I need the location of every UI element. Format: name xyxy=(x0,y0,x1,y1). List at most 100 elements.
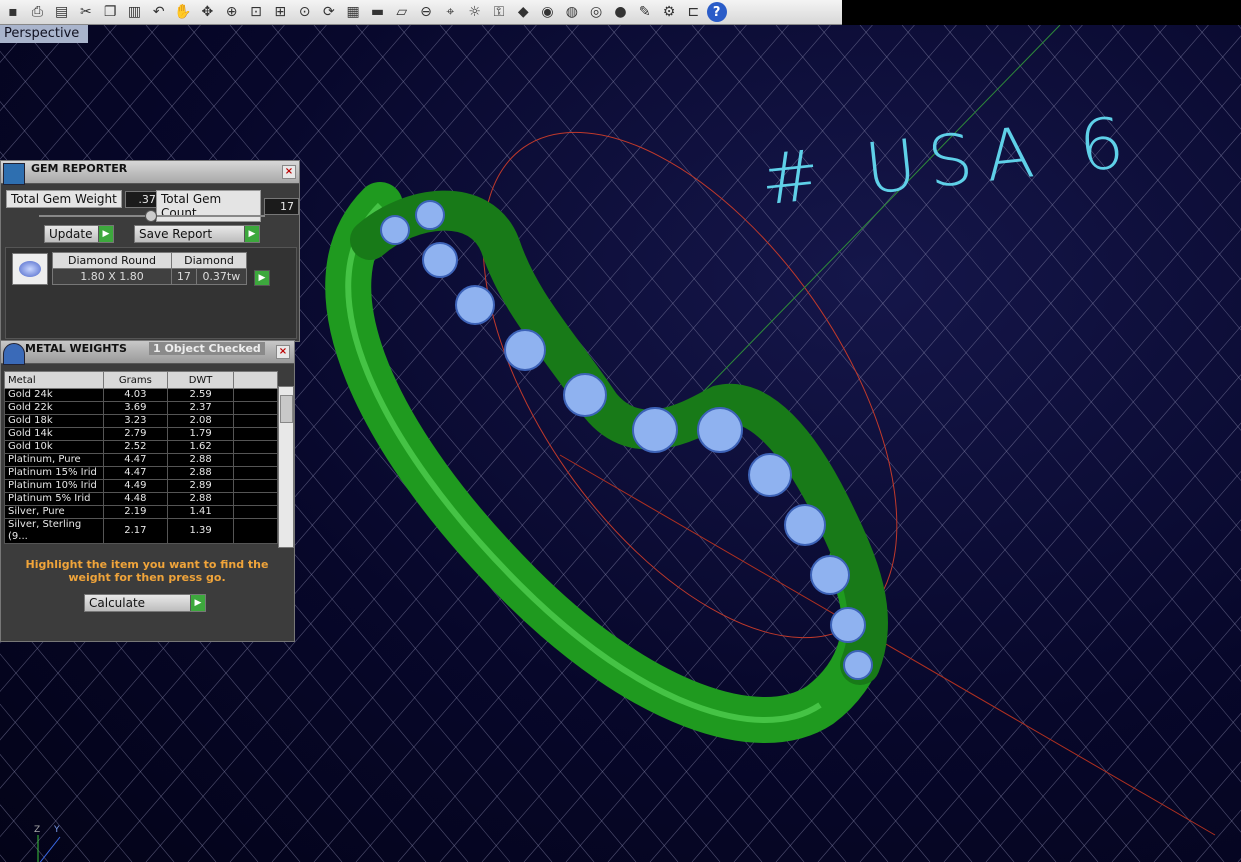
table-row[interactable]: Platinum 10% Irid 4.49 2.89 xyxy=(4,479,278,493)
viewport-title[interactable]: Perspective xyxy=(0,25,88,43)
wireframe-icon[interactable]: ▱ xyxy=(391,1,413,23)
save-report-button[interactable]: Save Report ▶ xyxy=(134,225,260,243)
cell-grams: 4.47 xyxy=(102,453,168,467)
cell-metal: Gold 18k xyxy=(4,414,104,428)
cell-grams: 2.19 xyxy=(102,505,168,519)
gem-row-go-button[interactable]: ▶ xyxy=(254,270,270,286)
cell-metal: Platinum 15% Irid xyxy=(4,466,104,480)
calculate-go-icon[interactable]: ▶ xyxy=(190,595,205,611)
metal-weights-titlebar[interactable]: METAL WEIGHTS 1 Object Checked × xyxy=(1,341,294,365)
instruction-text: Highlight the item you want to find the … xyxy=(25,558,269,584)
total-gem-count-row: Total Gem Count 17 xyxy=(156,190,299,222)
gem-material-cell: Diamond xyxy=(171,252,247,269)
gem-reporter-titlebar[interactable]: GEM REPORTER × xyxy=(1,161,299,185)
undo-icon[interactable]: ↶ xyxy=(148,1,170,23)
gem-size-cell: 1.80 X 1.80 xyxy=(52,268,172,285)
table-row[interactable]: Silver, Pure 2.19 1.41 xyxy=(4,505,278,519)
column-header-grams[interactable]: Grams xyxy=(102,371,168,389)
zoom-selected-icon[interactable]: ⊙ xyxy=(294,1,316,23)
table-row[interactable]: Gold 22k 3.69 2.37 xyxy=(4,401,278,415)
help-icon[interactable]: ? xyxy=(706,2,727,22)
save-icon[interactable]: ▪ xyxy=(2,1,24,23)
pencil-icon[interactable]: ✎ xyxy=(634,1,656,23)
blue-sphere-icon[interactable]: ● xyxy=(609,1,631,23)
sphere-wire-icon[interactable]: ◍ xyxy=(561,1,583,23)
cell-grams: 4.49 xyxy=(102,479,168,493)
main-toolbar: ▪ ⎙ ▤ ✂ ❐ ▥ ↶ ✋ ✥ ⊕ ⊡ ⊞ ⊙ ⟳ ▦ ▬ ▱ ⊖ ⌖ ☼ ⚿ ◆ ◉ ◍ ◎ ● ✎ ⚙ ⊏? xyxy=(0,0,842,25)
grid-icon[interactable]: ▦ xyxy=(342,1,364,23)
gem-reporter-icon xyxy=(3,163,25,185)
gem-slider-thumb[interactable] xyxy=(145,210,157,222)
table-row[interactable]: Silver, Sterling (9... 2.17 1.39 xyxy=(4,518,278,544)
zoom-extents-icon[interactable]: ⊞ xyxy=(269,1,291,23)
cell-metal: Gold 24k xyxy=(4,388,104,402)
total-gem-count-value[interactable]: 17 xyxy=(264,197,299,215)
save-report-label: Save Report xyxy=(139,227,213,241)
cell-empty xyxy=(233,505,278,519)
column-header-empty xyxy=(233,371,278,389)
gem-reporter-close-button[interactable]: × xyxy=(282,165,296,179)
cell-metal: Silver, Sterling (9... xyxy=(4,518,104,544)
table-row[interactable]: Gold 24k 4.03 2.59 xyxy=(4,388,278,402)
gem-table[interactable]: Diamond Round Diamond 1.80 X 1.80 17 0.3… xyxy=(52,252,248,285)
y-axis-line xyxy=(699,25,1061,396)
render-car-icon[interactable]: ▬ xyxy=(366,1,388,23)
cell-grams: 2.17 xyxy=(102,518,168,544)
table-row[interactable]: Platinum 15% Irid 4.47 2.88 xyxy=(4,466,278,480)
total-gem-weight-row: Total Gem Weight .37 xyxy=(6,190,161,208)
table-row[interactable]: Gold 14k 2.79 1.79 xyxy=(4,427,278,441)
cell-empty xyxy=(233,427,278,441)
print-icon[interactable]: ⎙ xyxy=(26,1,48,23)
material-icon[interactable]: ◆ xyxy=(512,1,534,23)
toolbar-empty-area xyxy=(842,0,1241,25)
settings-gear-icon[interactable]: ⚙ xyxy=(658,1,680,23)
cell-dwt: 2.88 xyxy=(166,492,235,506)
dimension-icon[interactable]: ⊖ xyxy=(415,1,437,23)
table-row[interactable]: Gold 10k 2.52 1.62 xyxy=(4,440,278,454)
metal-weights-table[interactable]: Metal Grams DWT Gold 24k 4.03 2.59 Gold 22k… xyxy=(4,371,278,544)
cell-grams: 3.69 xyxy=(102,401,168,415)
round-diamond-thumbnail-icon[interactable] xyxy=(12,253,48,285)
table-row[interactable]: Platinum 5% Irid 4.48 2.88 xyxy=(4,492,278,506)
copy-icon[interactable]: ❐ xyxy=(99,1,121,23)
update-button[interactable]: Update ▶ xyxy=(44,225,114,243)
metal-weights-close-button[interactable]: × xyxy=(276,345,290,359)
cell-grams: 4.47 xyxy=(102,466,168,480)
total-gem-count-label: Total Gem Count xyxy=(156,190,262,222)
save-report-go-icon[interactable]: ▶ xyxy=(244,226,259,242)
rotate-icon[interactable]: ⟳ xyxy=(318,1,340,23)
scrollbar-thumb[interactable] xyxy=(280,395,293,423)
cell-grams: 2.52 xyxy=(102,440,168,454)
gem-slider[interactable] xyxy=(39,210,265,222)
light-icon[interactable]: ☼ xyxy=(464,1,486,23)
cell-dwt: 1.79 xyxy=(166,427,235,441)
zoom-window-icon[interactable]: ⊡ xyxy=(245,1,267,23)
paste-icon[interactable]: ▥ xyxy=(123,1,145,23)
metal-table-scrollbar[interactable] xyxy=(278,386,294,548)
layout-icon[interactable]: ⊏ xyxy=(682,1,704,23)
snap-icon[interactable]: ⌖ xyxy=(439,1,461,23)
cell-dwt: 1.41 xyxy=(166,505,235,519)
calculate-button[interactable]: Calculate ▶ xyxy=(84,594,206,612)
pan-hand-icon[interactable]: ✋ xyxy=(172,1,194,23)
total-gem-weight-label: Total Gem Weight xyxy=(6,190,122,208)
color-wheel-icon[interactable]: ◉ xyxy=(537,1,559,23)
cell-dwt: 2.08 xyxy=(166,414,235,428)
cell-dwt: 1.39 xyxy=(166,518,235,544)
cut-icon[interactable]: ✂ xyxy=(75,1,97,23)
update-go-icon[interactable]: ▶ xyxy=(98,226,113,242)
zoom-icon[interactable]: ⊕ xyxy=(221,1,243,23)
table-row[interactable]: Platinum, Pure 4.47 2.88 xyxy=(4,453,278,467)
lock-icon[interactable]: ⚿ xyxy=(488,1,510,23)
column-header-metal[interactable]: Metal xyxy=(4,371,104,389)
cell-empty xyxy=(233,492,278,506)
sphere-mesh-icon[interactable]: ◎ xyxy=(585,1,607,23)
gem-weight-cell: 0.37tw xyxy=(195,268,248,285)
gem-count-cell: 17 xyxy=(171,268,197,285)
move-icon[interactable]: ✥ xyxy=(196,1,218,23)
cell-dwt: 1.62 xyxy=(166,440,235,454)
table-row[interactable]: Gold 18k 3.23 2.08 xyxy=(4,414,278,428)
cell-metal: Platinum, Pure xyxy=(4,453,104,467)
new-icon[interactable]: ▤ xyxy=(51,1,73,23)
column-header-dwt[interactable]: DWT xyxy=(166,371,235,389)
